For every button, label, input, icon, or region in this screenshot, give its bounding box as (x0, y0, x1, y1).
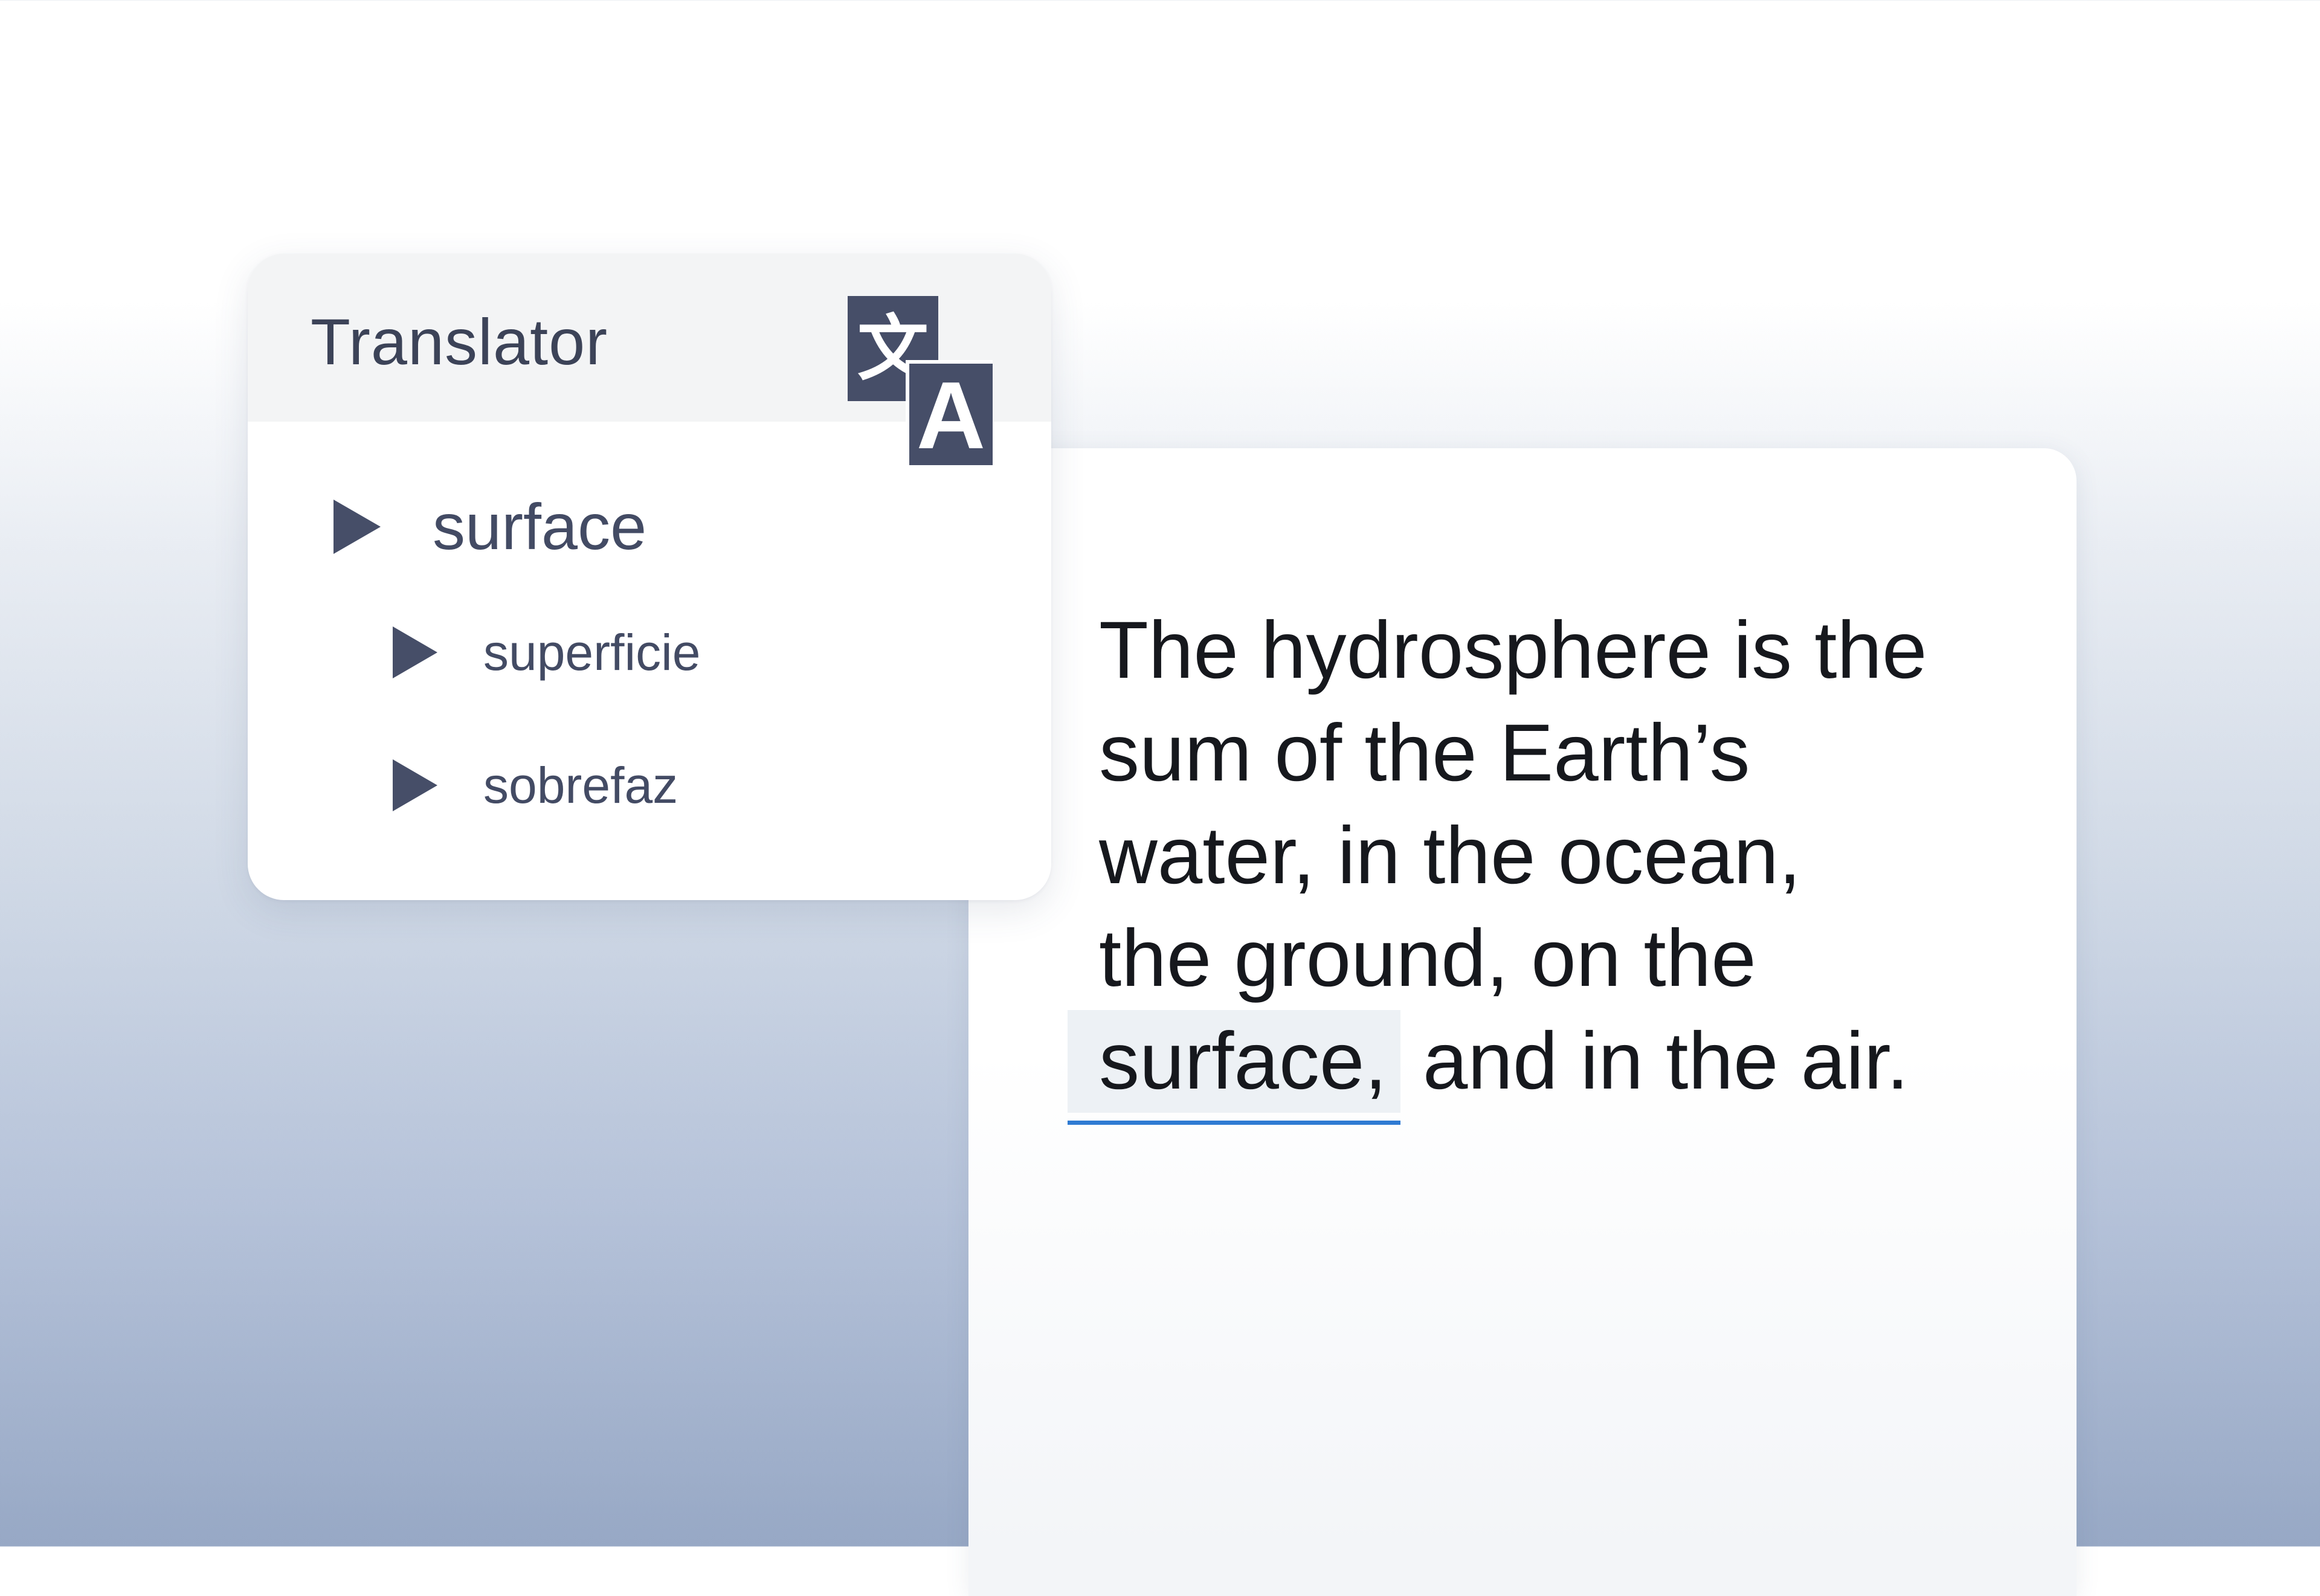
document-card: The hydrosphere is the sum of the Earth’… (968, 448, 2077, 1596)
expand-arrow-icon[interactable] (334, 500, 381, 554)
translate-icon[interactable]: 文 A (848, 296, 993, 465)
translate-icon-latin-glyph: A (917, 362, 985, 465)
document-text: The hydrosphere is the sum of the Earth’… (1068, 599, 2041, 1125)
expand-arrow-icon[interactable] (393, 626, 437, 678)
source-word-label: surface (433, 490, 647, 563)
document-line: the ground, on the (1099, 913, 1756, 1003)
translation-label: superficie (483, 624, 701, 681)
tree-item-source-word[interactable]: surface (334, 491, 646, 563)
tree-item-translation[interactable]: sobrefaz (393, 755, 678, 816)
translation-label: sobrefaz (483, 757, 678, 814)
highlighted-word[interactable]: surface, (1068, 1010, 1400, 1125)
document-line-rest: and in the air. (1400, 1016, 1909, 1106)
translator-popup: Translator 文 A surface superficie sobref… (248, 254, 1051, 900)
document-line-last: surface, and in the air. (1068, 1010, 2041, 1125)
translator-title: Translator (311, 305, 608, 378)
tree-item-translation[interactable]: superficie (393, 622, 701, 683)
document-line: sum of the Earth’s (1099, 708, 1750, 798)
document-line: water, in the ocean, (1099, 811, 1802, 901)
document-line: The hydrosphere is the (1099, 605, 1927, 695)
expand-arrow-icon[interactable] (393, 759, 437, 811)
